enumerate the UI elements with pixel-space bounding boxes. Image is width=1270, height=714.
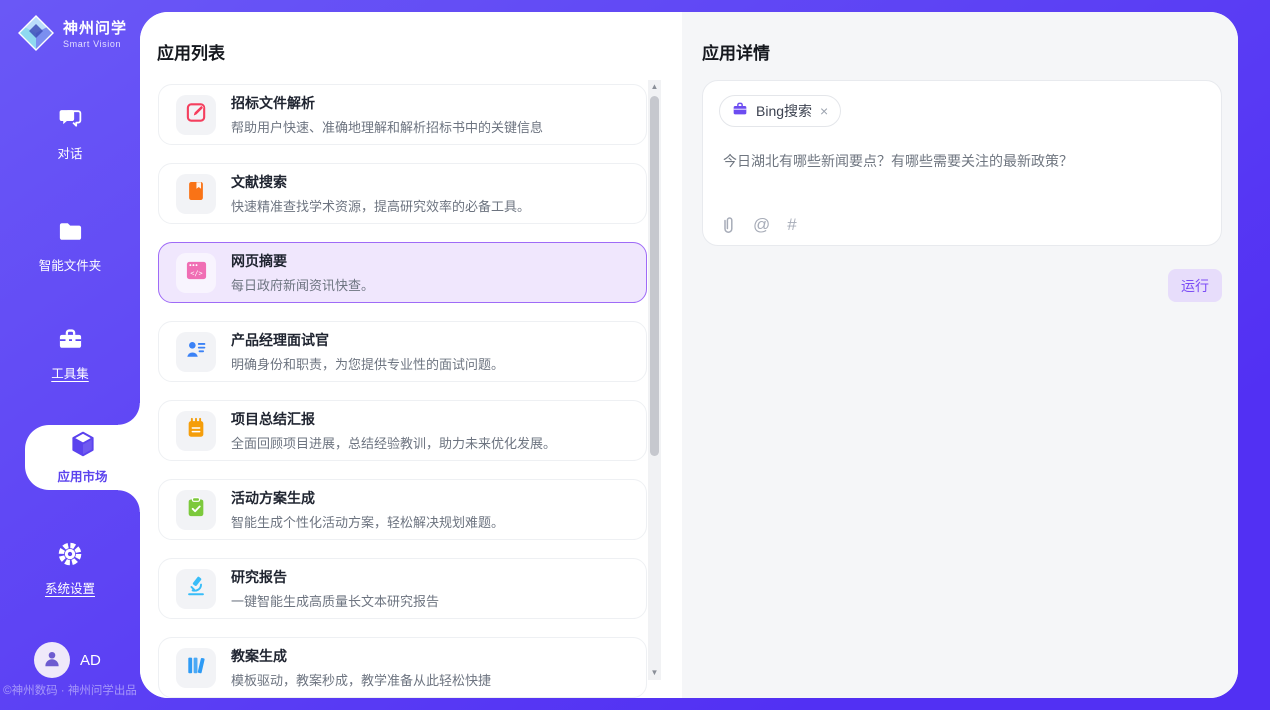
svg-text:</>: </> xyxy=(190,269,202,277)
sidebar-item-label: 对话 xyxy=(57,143,82,162)
books-icon xyxy=(185,654,207,681)
app-desc: 快速精准查找学术资源，提高研究效率的必备工具。 xyxy=(231,196,530,215)
app-card[interactable]: 招标文件解析 帮助用户快速、准确地理解和解析招标书中的关键信息 xyxy=(158,84,647,145)
sidebar-item-toolbox[interactable]: 工具集 xyxy=(0,326,140,382)
prompt-card: Bing搜索 × 今日湖北有哪些新闻要点？有哪些需要关注的最新政策？ @ # xyxy=(702,80,1222,246)
app-card[interactable]: </> 网页摘要 每日政府新闻资讯快查。 xyxy=(158,242,647,303)
app-desc: 帮助用户快速、准确地理解和解析招标书中的关键信息 xyxy=(231,117,543,136)
sidebar-item-cube[interactable]: 应用市场 xyxy=(25,425,140,490)
diamond-logo-icon xyxy=(16,13,56,58)
app-title: 招标文件解析 xyxy=(231,93,543,113)
query-input[interactable]: 今日湖北有哪些新闻要点？有哪些需要关注的最新政策？ xyxy=(723,151,1201,171)
web-code-icon: </> xyxy=(185,259,208,287)
app-card[interactable]: 活动方案生成 智能生成个性化活动方案，轻松解决规划难题。 xyxy=(158,479,647,540)
gear-icon xyxy=(56,540,84,573)
app-desc: 一键智能生成高质量长文本研究报告 xyxy=(231,591,439,610)
clipboard-check-icon xyxy=(185,496,207,523)
app-desc: 智能生成个性化活动方案，轻松解决规划难题。 xyxy=(231,512,504,531)
app-card[interactable]: 项目总结汇报 全面回顾项目进展，总结经验教训，助力未来优化发展。 xyxy=(158,400,647,461)
app-title: 教案生成 xyxy=(231,646,491,666)
scrollbar[interactable]: ▲ ▼ xyxy=(648,80,661,680)
sidebar: 神州问学 Smart Vision 对话 智能文件夹 工具集 应用市场 系统设置 xyxy=(0,0,140,710)
input-toolbar: @ # xyxy=(721,215,797,235)
app-title: 文献搜索 xyxy=(231,172,530,192)
briefcase-icon xyxy=(732,101,748,122)
sidebar-item-label: 工具集 xyxy=(51,363,89,382)
app-list-panel: 应用列表 招标文件解析 帮助用户快速、准确地理解和解析招标书中的关键信息 文献搜… xyxy=(140,12,682,698)
app-detail-panel: 应用详情 Bing搜索 × 今日湖北有哪些新闻要点？有哪些需要关注的最新政策？ xyxy=(682,12,1238,698)
app-frame: 神州问学 Smart Vision 对话 智能文件夹 工具集 应用市场 系统设置 xyxy=(0,0,1270,710)
interview-icon xyxy=(185,338,207,365)
toolbox-icon xyxy=(57,326,84,358)
book-icon xyxy=(185,180,207,207)
run-button[interactable]: 运行 xyxy=(1168,269,1222,302)
app-desc: 明确身份和职责，为您提供专业性的面试问题。 xyxy=(231,354,504,373)
cube-icon xyxy=(69,430,97,463)
app-title: 网页摘要 xyxy=(231,251,374,271)
sidebar-item-gear[interactable]: 系统设置 xyxy=(0,540,140,597)
app-card[interactable]: 教案生成 模板驱动，教案秒成，教学准备从此轻松快捷 xyxy=(158,637,647,698)
app-card[interactable]: 产品经理面试官 明确身份和职责，为您提供专业性的面试问题。 xyxy=(158,321,647,382)
at-icon[interactable]: @ xyxy=(753,215,770,235)
user-initials: AD xyxy=(80,652,101,669)
microscope-icon xyxy=(185,575,207,602)
paperclip-icon[interactable] xyxy=(721,216,736,235)
tool-tag-label: Bing搜索 xyxy=(756,101,812,121)
sidebar-item-folder[interactable]: 智能文件夹 xyxy=(0,218,140,274)
scroll-up-arrow-icon[interactable]: ▲ xyxy=(648,80,661,94)
app-detail-title: 应用详情 xyxy=(702,39,770,64)
sidebar-item-chat[interactable]: 对话 xyxy=(0,106,140,162)
tool-tag-bing-search[interactable]: Bing搜索 × xyxy=(719,95,841,127)
avatar xyxy=(34,642,70,678)
app-list-title: 应用列表 xyxy=(157,39,225,64)
person-icon xyxy=(41,647,63,674)
chat-icon xyxy=(57,106,84,138)
app-card[interactable]: 研究报告 一键智能生成高质量长文本研究报告 xyxy=(158,558,647,619)
hash-icon[interactable]: # xyxy=(787,215,796,235)
brand-subtitle: Smart Vision xyxy=(63,40,127,50)
copyright-text: ©神州数码 · 神州问学出品 xyxy=(0,682,140,698)
scroll-down-arrow-icon[interactable]: ▼ xyxy=(648,666,661,680)
app-desc: 每日政府新闻资讯快查。 xyxy=(231,275,374,294)
app-desc: 全面回顾项目进展，总结经验教训，助力未来优化发展。 xyxy=(231,433,556,452)
sidebar-item-label: 智能文件夹 xyxy=(39,255,102,274)
app-card-list: 招标文件解析 帮助用户快速、准确地理解和解析招标书中的关键信息 文献搜索 快速精… xyxy=(158,84,647,698)
app-title: 研究报告 xyxy=(231,567,439,587)
app-title: 活动方案生成 xyxy=(231,488,504,508)
app-desc: 模板驱动，教案秒成，教学准备从此轻松快捷 xyxy=(231,670,491,689)
sidebar-item-label: 应用市场 xyxy=(57,466,107,485)
brand-name: 神州问学 xyxy=(63,21,127,38)
app-title: 产品经理面试官 xyxy=(231,330,504,350)
close-icon[interactable]: × xyxy=(820,104,828,118)
sidebar-item-label: 系统设置 xyxy=(45,578,95,597)
brand-logo: 神州问学 Smart Vision xyxy=(16,13,127,58)
app-title: 项目总结汇报 xyxy=(231,409,556,429)
app-card[interactable]: 文献搜索 快速精准查找学术资源，提高研究效率的必备工具。 xyxy=(158,163,647,224)
edit-doc-icon xyxy=(185,101,208,129)
folder-icon xyxy=(57,218,84,250)
scrollbar-thumb[interactable] xyxy=(650,96,659,456)
content-shell: 应用列表 招标文件解析 帮助用户快速、准确地理解和解析招标书中的关键信息 文献搜… xyxy=(140,12,1238,698)
user-account[interactable]: AD xyxy=(34,642,101,678)
notepad-icon xyxy=(185,417,207,444)
